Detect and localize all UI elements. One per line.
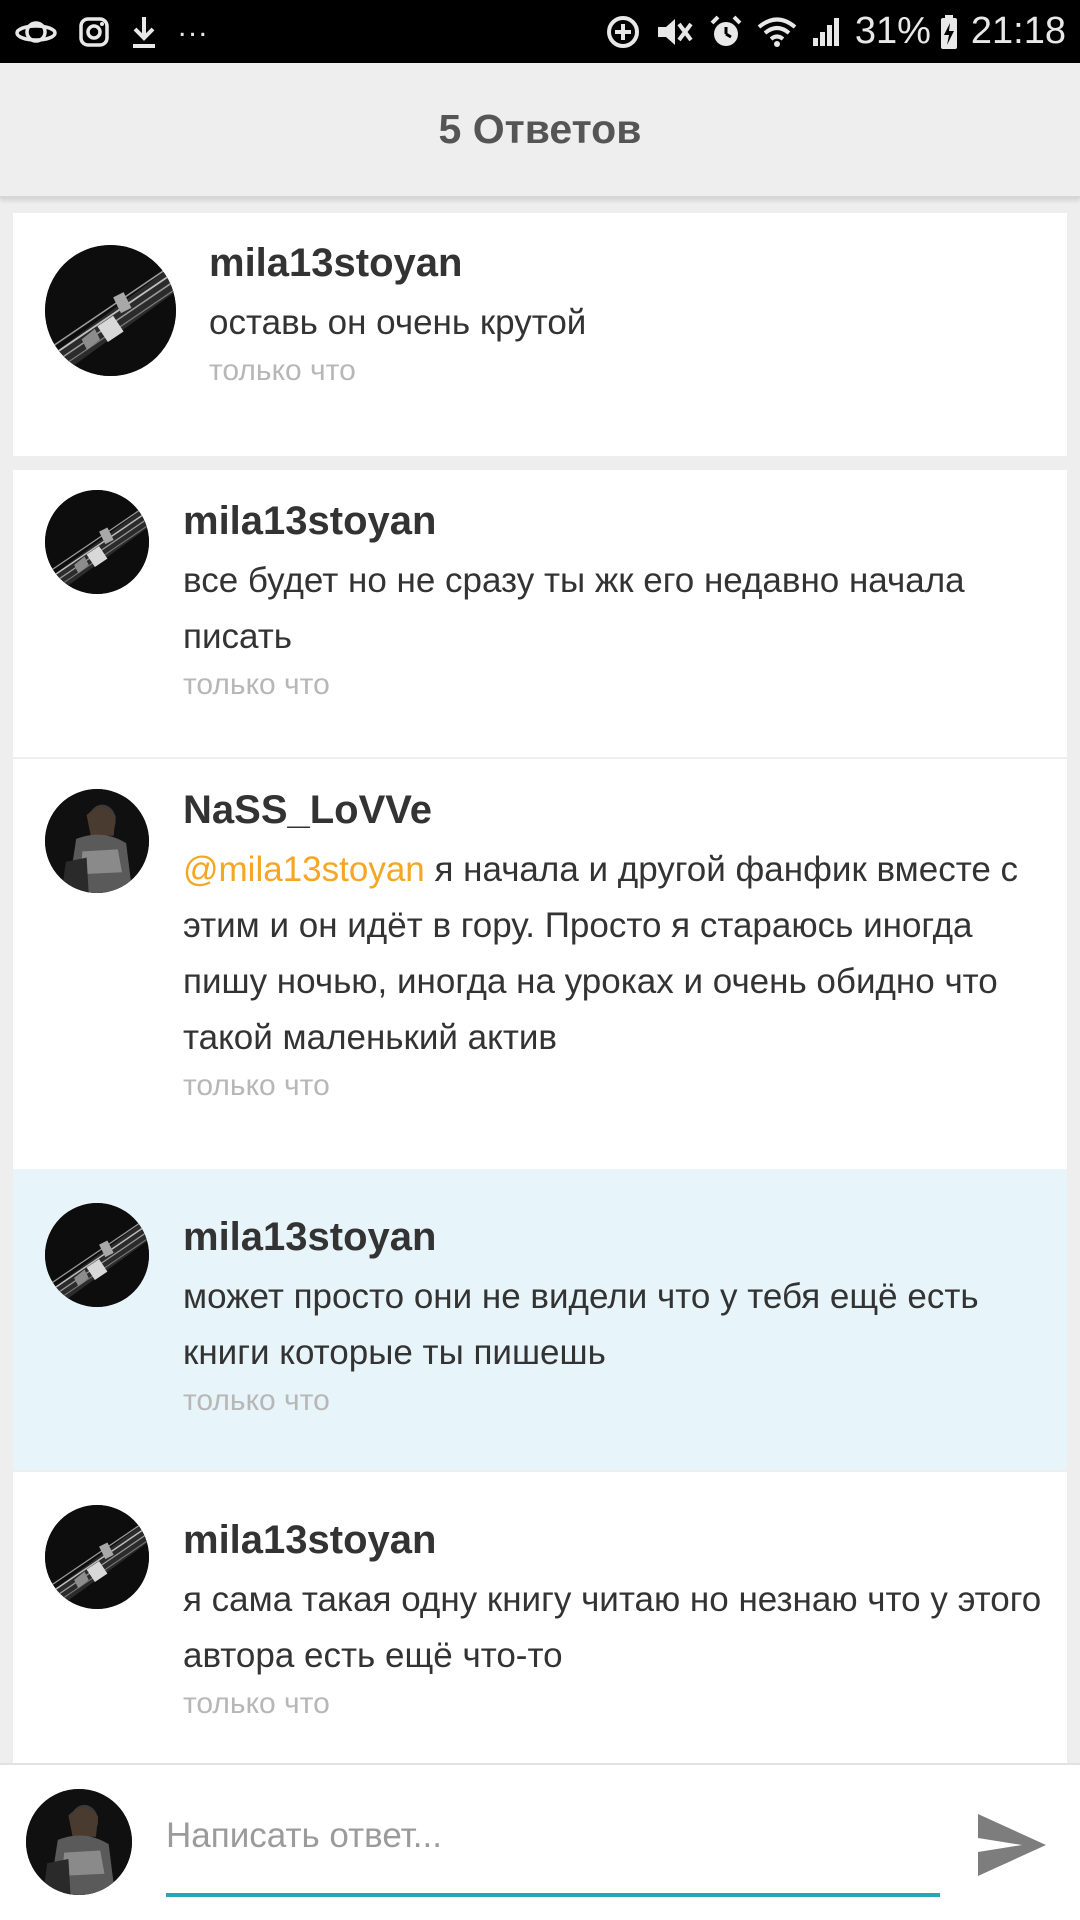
comment-card[interactable]: NaSS_LoVVe @mila13stoyan я начала и друг… xyxy=(13,759,1067,1169)
comment-body: mila13stoyan я сама такая одну книгу чит… xyxy=(183,1516,1049,1724)
send-button[interactable] xyxy=(972,1809,1052,1881)
comment-card[interactable]: mila13stoyan я сама такая одну книгу чит… xyxy=(13,1472,1067,1763)
header: 5 Ответов xyxy=(0,63,1080,198)
comment-timestamp: только что xyxy=(209,354,356,387)
status-bar-left: ... xyxy=(14,10,209,49)
instagram-icon xyxy=(78,16,110,48)
comment-body: mila13stoyan может просто они не видели … xyxy=(183,1213,1049,1421)
comment-body: mila13stoyan оставь он очень крутой толь… xyxy=(209,239,1049,391)
wifi-icon xyxy=(757,16,797,48)
mention-link[interactable]: @mila13stoyan xyxy=(183,850,425,889)
comment-username[interactable]: NaSS_LoVVe xyxy=(183,786,1049,834)
send-icon xyxy=(978,1814,1046,1876)
reply-input-underline xyxy=(166,1893,940,1897)
download-icon xyxy=(130,15,158,49)
guitar-avatar-image xyxy=(45,1505,149,1609)
status-bar-right: 31% 21:18 xyxy=(605,10,1066,53)
comment-text: оставь он очень крутой xyxy=(209,303,587,342)
guitar-avatar[interactable] xyxy=(45,245,176,376)
saturn-icon xyxy=(14,16,58,48)
guitar-avatar-image xyxy=(45,245,176,376)
comment-timestamp: только что xyxy=(183,668,330,701)
guitar-avatar[interactable] xyxy=(45,1203,149,1307)
reply-input[interactable] xyxy=(166,1805,940,1867)
comment-timestamp: только что xyxy=(183,1069,330,1102)
overflow-dots: ... xyxy=(178,9,210,43)
current-user-avatar[interactable] xyxy=(26,1789,132,1895)
person-avatar[interactable] xyxy=(45,789,149,893)
status-bar: ... 31% 21:18 xyxy=(0,0,1080,63)
guitar-avatar-image xyxy=(45,1203,149,1307)
comment-text: я сама такая одну книгу читаю но незнаю … xyxy=(183,1580,1042,1675)
alarm-icon xyxy=(709,15,743,49)
comment-card[interactable]: mila13stoyan все будет но не сразу ты жк… xyxy=(13,470,1067,757)
comment-username[interactable]: mila13stoyan xyxy=(183,1213,1049,1261)
guitar-avatar[interactable] xyxy=(45,490,149,594)
reply-bar xyxy=(0,1763,1080,1920)
battery-percent: 31% xyxy=(854,10,931,52)
comment-card-highlighted[interactable]: mila13stoyan может просто они не видели … xyxy=(13,1169,1067,1470)
comment-body: NaSS_LoVVe @mila13stoyan я начала и друг… xyxy=(183,786,1049,1106)
battery-charging-icon xyxy=(939,14,959,50)
person-avatar-image xyxy=(26,1789,132,1895)
person-avatar-image xyxy=(45,789,149,893)
comment-body: mila13stoyan все будет но не сразу ты жк… xyxy=(183,497,1049,705)
comment-text: @mila13stoyan я начала и другой фанфик в… xyxy=(183,842,1049,1066)
comment-username[interactable]: mila13stoyan xyxy=(183,497,1049,545)
page-title: 5 Ответов xyxy=(438,106,642,152)
comment-username[interactable]: mila13stoyan xyxy=(209,239,1049,287)
comment-username[interactable]: mila13stoyan xyxy=(183,1516,1049,1564)
comment-text: все будет но не сразу ты жк его недавно … xyxy=(183,561,965,656)
clock: 21:18 xyxy=(970,10,1066,52)
comment-card[interactable]: mila13stoyan оставь он очень крутой толь… xyxy=(13,213,1067,456)
guitar-avatar[interactable] xyxy=(45,1505,149,1609)
comment-timestamp: только что xyxy=(183,1687,330,1720)
mute-icon xyxy=(655,15,695,49)
data-saver-icon xyxy=(605,14,641,50)
guitar-avatar-image xyxy=(45,490,149,594)
signal-icon xyxy=(811,16,841,48)
comment-timestamp: только что xyxy=(183,1384,330,1417)
comment-text: может просто они не видели что у тебя ещ… xyxy=(183,1277,979,1372)
